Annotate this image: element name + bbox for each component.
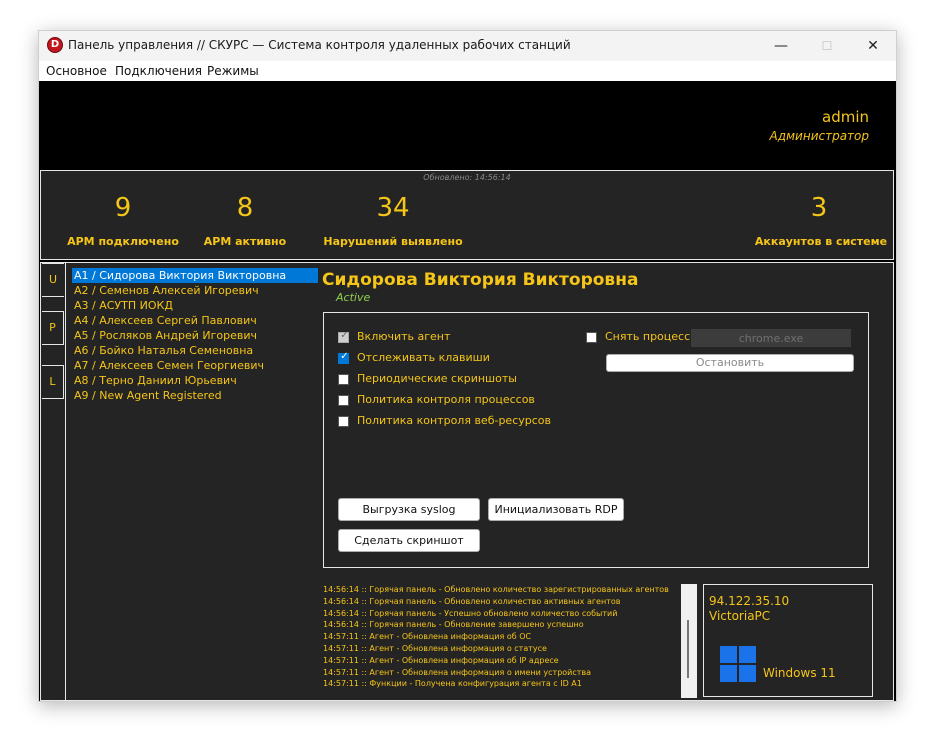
stat-connected-label: АРМ подключено bbox=[67, 235, 179, 248]
menu-main[interactable]: Основное bbox=[46, 64, 107, 78]
checkbox-box[interactable] bbox=[338, 416, 349, 427]
tab-users[interactable]: U bbox=[42, 263, 64, 297]
close-button[interactable]: ✕ bbox=[850, 31, 896, 61]
menu-connections[interactable]: Подключения bbox=[115, 64, 202, 78]
stats-panel: Обновлено: 14:56:14 9 АРМ подключено 8 А… bbox=[40, 170, 894, 260]
app-body: admin Администратор Обновлено: 14:56:14 … bbox=[39, 81, 896, 701]
agent-status: Active bbox=[336, 291, 371, 304]
title-bar[interactable]: D Панель управления // СКУРС — Система к… bbox=[39, 31, 896, 61]
agent-item[interactable]: A7 / Алексеев Семен Георгиевич bbox=[72, 358, 266, 373]
stop-button[interactable]: Остановить bbox=[606, 354, 854, 372]
syslog-export-button[interactable]: Выгрузка syslog bbox=[338, 498, 480, 521]
checkbox-box[interactable] bbox=[338, 395, 349, 406]
log-line: 14:57:11 :: Агент - Обновлена информация… bbox=[323, 643, 547, 653]
menu-modes[interactable]: Режимы bbox=[207, 64, 259, 78]
agent-list: A1 / Сидорова Виктория Викторовна A2 / С… bbox=[65, 263, 318, 701]
stat-accounts-value: 3 bbox=[810, 193, 828, 223]
updated-timestamp: Обновлено: 14:56:14 bbox=[423, 173, 511, 182]
stat-active-value: 8 bbox=[236, 193, 254, 223]
log-line: 14:56:14 :: Горячая панель - Обновлено к… bbox=[323, 585, 669, 594]
os-name: Windows 11 bbox=[763, 666, 836, 680]
log-line: 14:56:14 :: Горячая панель - Обновление … bbox=[323, 620, 584, 630]
log-line: 14:57:11 :: Функции - Получена конфигура… bbox=[323, 679, 582, 689]
log-line: 14:57:11 :: Агент - Обновлена информация… bbox=[323, 655, 559, 665]
log-line: 14:57:11 :: Агент - Обновлена информация… bbox=[323, 632, 532, 642]
process-name-input[interactable] bbox=[691, 329, 851, 347]
window-title: Панель управления // СКУРС — Система кон… bbox=[68, 38, 571, 52]
minimize-button[interactable]: — bbox=[758, 31, 804, 61]
log-line: 14:56:14 :: Горячая панель - Успешно обн… bbox=[323, 608, 618, 618]
event-log: 14:56:14 :: Горячая панель - Обновлено к… bbox=[323, 584, 679, 700]
agent-item[interactable]: A8 / Терно Даниил Юрьевич bbox=[72, 373, 239, 388]
tab-logs[interactable]: L bbox=[42, 365, 64, 399]
checkbox-box[interactable]: ✓ bbox=[338, 330, 349, 343]
agent-name: Сидорова Виктория Викторовна bbox=[322, 270, 639, 290]
host-ip: 94.122.35.10 bbox=[709, 594, 790, 608]
current-role: Администратор bbox=[769, 129, 869, 143]
checkbox-box[interactable] bbox=[586, 332, 597, 343]
log-line: 14:57:11 :: Агент - Обновлена информация… bbox=[323, 667, 592, 677]
agent-item[interactable]: A9 / New Agent Registered bbox=[72, 388, 224, 403]
menu-bar: Основное Подключения Режимы bbox=[39, 61, 896, 81]
windows-logo-icon bbox=[720, 646, 756, 682]
stat-violations-value: 34 bbox=[376, 193, 410, 223]
agent-settings-panel: ✓ Включить агент ✓ Отслеживать клавиши П… bbox=[323, 312, 869, 568]
stat-active-label: АРМ активно bbox=[203, 235, 287, 248]
agent-item[interactable]: A4 / Алексеев Сергей Павлович bbox=[72, 313, 259, 328]
maximize-button[interactable]: ☐ bbox=[804, 31, 850, 61]
log-line: 14:56:14 :: Горячая панель - Обновлено к… bbox=[323, 596, 621, 606]
stat-accounts-label: Аккаунтов в системе bbox=[754, 235, 888, 248]
app-logo-icon: D bbox=[47, 37, 63, 53]
stat-violations-label: Нарушений выявлено bbox=[323, 235, 463, 248]
main-panel: U P L A1 / Сидорова Виктория Викторовна … bbox=[40, 262, 894, 701]
checkbox-box[interactable]: ✓ bbox=[338, 351, 349, 364]
agent-item[interactable]: A6 / Бойко Наталья Семеновна bbox=[72, 343, 255, 358]
init-rdp-button[interactable]: Инициализовать RDP bbox=[488, 498, 624, 521]
agent-item[interactable]: A5 / Росляков Андрей Игоревич bbox=[72, 328, 259, 343]
stat-connected-value: 9 bbox=[114, 193, 132, 223]
checkbox-box[interactable] bbox=[338, 374, 349, 385]
app-window: D Панель управления // СКУРС — Система к… bbox=[38, 30, 897, 702]
scrollbar-thumb[interactable] bbox=[687, 620, 689, 678]
agent-item[interactable]: A2 / Семенов Алексей Игоревич bbox=[72, 283, 261, 298]
host-name: VictoriaPC bbox=[709, 609, 771, 623]
log-scrollbar[interactable] bbox=[681, 584, 697, 698]
current-user: admin bbox=[822, 108, 869, 126]
agent-item[interactable]: A1 / Сидорова Виктория Викторовна bbox=[72, 268, 318, 283]
agent-item[interactable]: A3 / АСУТП ИОКД bbox=[72, 298, 175, 313]
tab-policies[interactable]: P bbox=[42, 311, 64, 345]
take-screenshot-button[interactable]: Сделать скриншот bbox=[338, 529, 480, 552]
host-info-panel: 94.122.35.10 VictoriaPC Windows 11 bbox=[703, 584, 873, 697]
